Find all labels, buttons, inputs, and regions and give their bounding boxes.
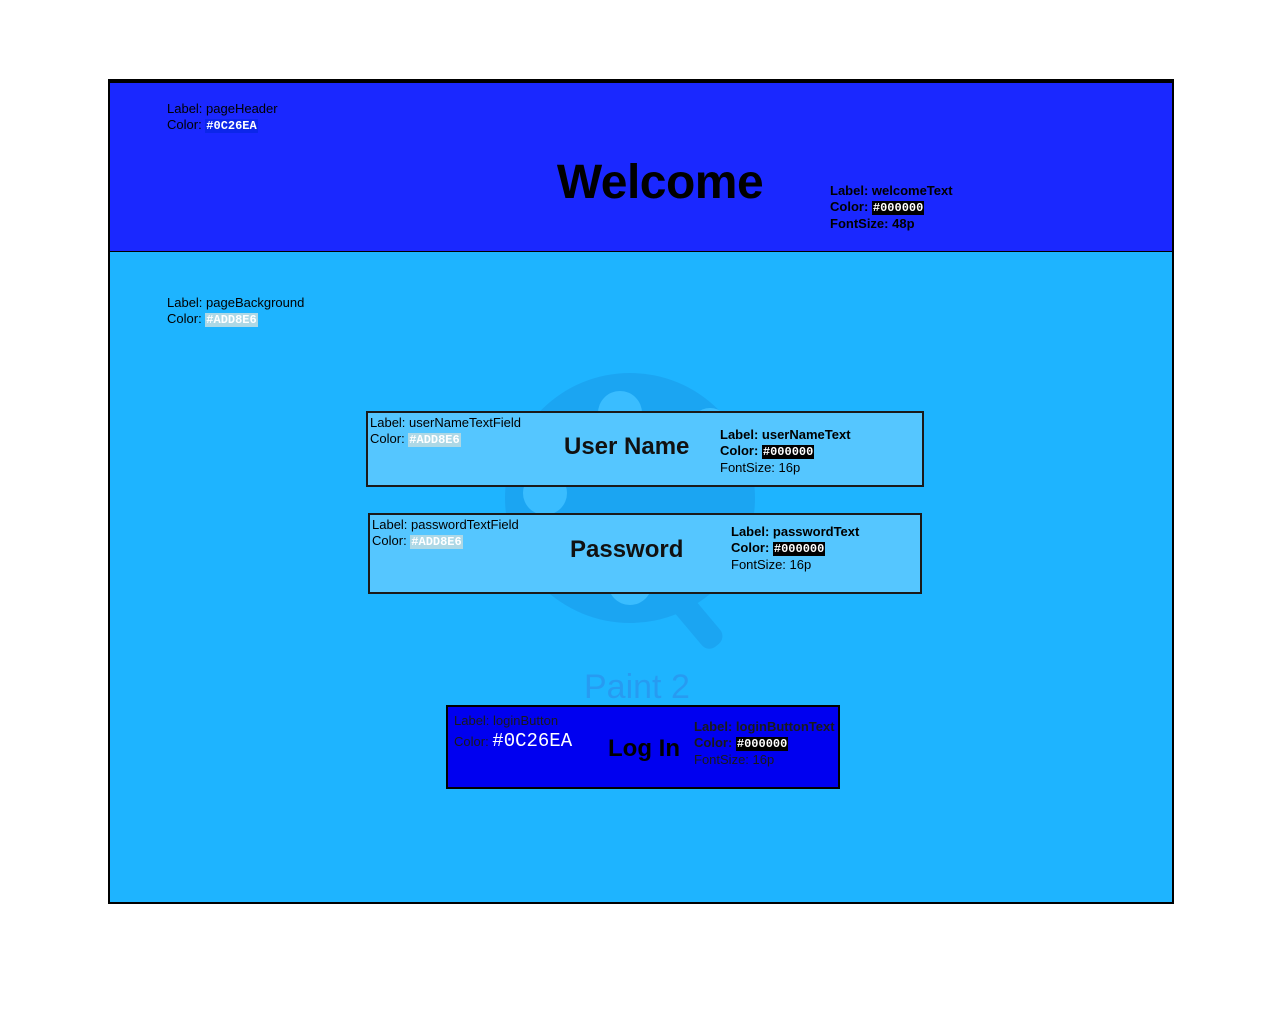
password-field-annotation: Label: passwordTextField Color: #ADD8E6 bbox=[372, 517, 519, 550]
color-swatch: #ADD8E6 bbox=[408, 433, 461, 447]
user-name-field-annotation: Label: userNameTextField Color: #ADD8E6 bbox=[370, 415, 521, 448]
annotation-color-prefix: Color: bbox=[830, 199, 872, 214]
annotation-label: Label: loginButton bbox=[454, 713, 559, 728]
color-swatch: #000000 bbox=[761, 445, 815, 459]
login-button-annotation: Label: loginButton Color: #0C26EA bbox=[454, 713, 573, 752]
annotation-color-prefix: Color: bbox=[731, 540, 773, 555]
page-background-annotation: Label: pageBackground Color: #ADD8E6 bbox=[167, 295, 304, 328]
color-swatch: #ADD8E6 bbox=[410, 535, 463, 549]
annotation-color-prefix: Color: bbox=[167, 311, 206, 326]
annotation-label: Label: passwordTextField bbox=[372, 517, 519, 532]
color-swatch: #ADD8E6 bbox=[205, 313, 258, 327]
welcome-text-annotation: Label: welcomeText Color: #000000 FontSi… bbox=[830, 183, 953, 232]
annotation-font-size: FontSize: 16p bbox=[694, 752, 775, 767]
annotation-label: Label: passwordText bbox=[731, 524, 860, 539]
user-name-text-field[interactable]: Label: userNameTextField Color: #ADD8E6 … bbox=[366, 411, 924, 487]
color-swatch: #000000 bbox=[735, 737, 789, 751]
page-header: Label: pageHeader Color: #0C26EA Welcome… bbox=[110, 83, 1172, 252]
login-button-text-annotation: Label: loginButtonText Color: #000000 Fo… bbox=[694, 719, 835, 768]
color-swatch: #000000 bbox=[871, 201, 925, 215]
page-background: Label: pageHeader Color: #0C26EA Welcome… bbox=[108, 79, 1174, 904]
annotation-label: Label: pageBackground bbox=[167, 295, 305, 310]
annotation-font-size: FontSize: 48p bbox=[830, 216, 915, 231]
login-button[interactable]: Label: loginButton Color: #0C26EA Log In… bbox=[446, 705, 840, 789]
annotation-label: Label: pageHeader bbox=[167, 101, 278, 116]
password-text: Password bbox=[570, 536, 684, 563]
user-name-text-annotation: Label: userNameText Color: #000000 FontS… bbox=[720, 427, 851, 476]
welcome-text: Welcome bbox=[556, 156, 764, 209]
annotation-label: Label: welcomeText bbox=[830, 183, 953, 198]
watermark-text: Paint 2 bbox=[584, 668, 690, 706]
page-header-annotation: Label: pageHeader Color: #0C26EA bbox=[167, 101, 278, 134]
annotation-font-size: FontSize: 16p bbox=[720, 460, 801, 475]
annotation-color-prefix: Color: bbox=[372, 533, 411, 548]
annotation-font-size: FontSize: 16p bbox=[731, 557, 812, 572]
annotation-label: Label: userNameText bbox=[720, 427, 851, 442]
password-text-field[interactable]: Label: passwordTextField Color: #ADD8E6 … bbox=[368, 513, 922, 594]
annotation-color-prefix: Color: bbox=[694, 735, 736, 750]
login-button-text: Log In bbox=[608, 735, 680, 762]
annotation-color-prefix: Color: bbox=[167, 117, 206, 132]
color-value: #0C26EA bbox=[492, 730, 573, 752]
annotation-label: Label: userNameTextField bbox=[370, 415, 522, 430]
annotation-label: Label: loginButtonText bbox=[694, 719, 835, 734]
password-text-annotation: Label: passwordText Color: #000000 FontS… bbox=[731, 524, 859, 573]
annotation-color-prefix: Color: bbox=[454, 734, 493, 749]
color-swatch: #000000 bbox=[772, 542, 826, 556]
annotation-color-prefix: Color: bbox=[720, 443, 762, 458]
annotation-color-prefix: Color: bbox=[370, 431, 409, 446]
color-swatch: #0C26EA bbox=[205, 119, 258, 133]
user-name-text: User Name bbox=[564, 433, 690, 460]
